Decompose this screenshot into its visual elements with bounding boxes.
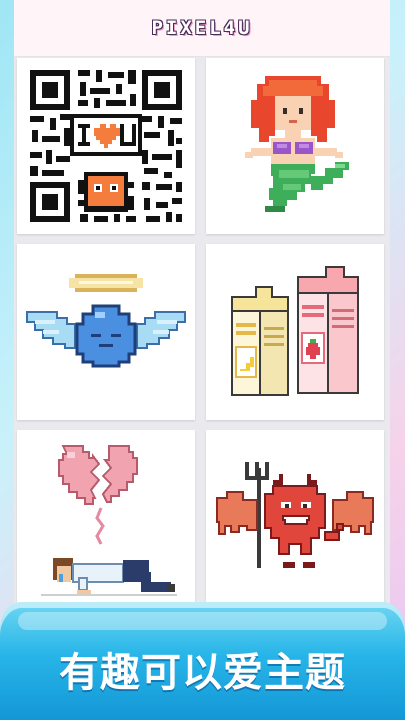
artwork-card-mermaid[interactable] bbox=[206, 58, 384, 234]
angel-slime-artwork bbox=[26, 274, 186, 368]
mermaid-artwork bbox=[245, 76, 349, 212]
artwork-card-milk-cartons[interactable] bbox=[206, 244, 384, 420]
qr-code-artwork bbox=[28, 68, 184, 224]
broken-heart-artwork bbox=[41, 445, 177, 596]
app-logo: PIXEL4U bbox=[151, 17, 253, 39]
banner-caption: 有趣可以爱主题 bbox=[59, 650, 346, 696]
app-frame: PIXEL4U bbox=[14, 0, 390, 640]
artwork-card-broken-heart[interactable] bbox=[17, 430, 195, 606]
red-devil-artwork bbox=[216, 462, 374, 568]
artwork-grid bbox=[14, 56, 390, 640]
promo-banner: 有趣可以爱主题 bbox=[0, 602, 405, 720]
artwork-card-qr-code[interactable] bbox=[17, 58, 195, 234]
app-header: PIXEL4U bbox=[14, 0, 390, 57]
milk-cartons-artwork bbox=[231, 266, 359, 396]
artwork-card-red-devil[interactable] bbox=[206, 430, 384, 606]
banner-gloss bbox=[18, 612, 387, 630]
artwork-card-angel-slime[interactable] bbox=[17, 244, 195, 420]
